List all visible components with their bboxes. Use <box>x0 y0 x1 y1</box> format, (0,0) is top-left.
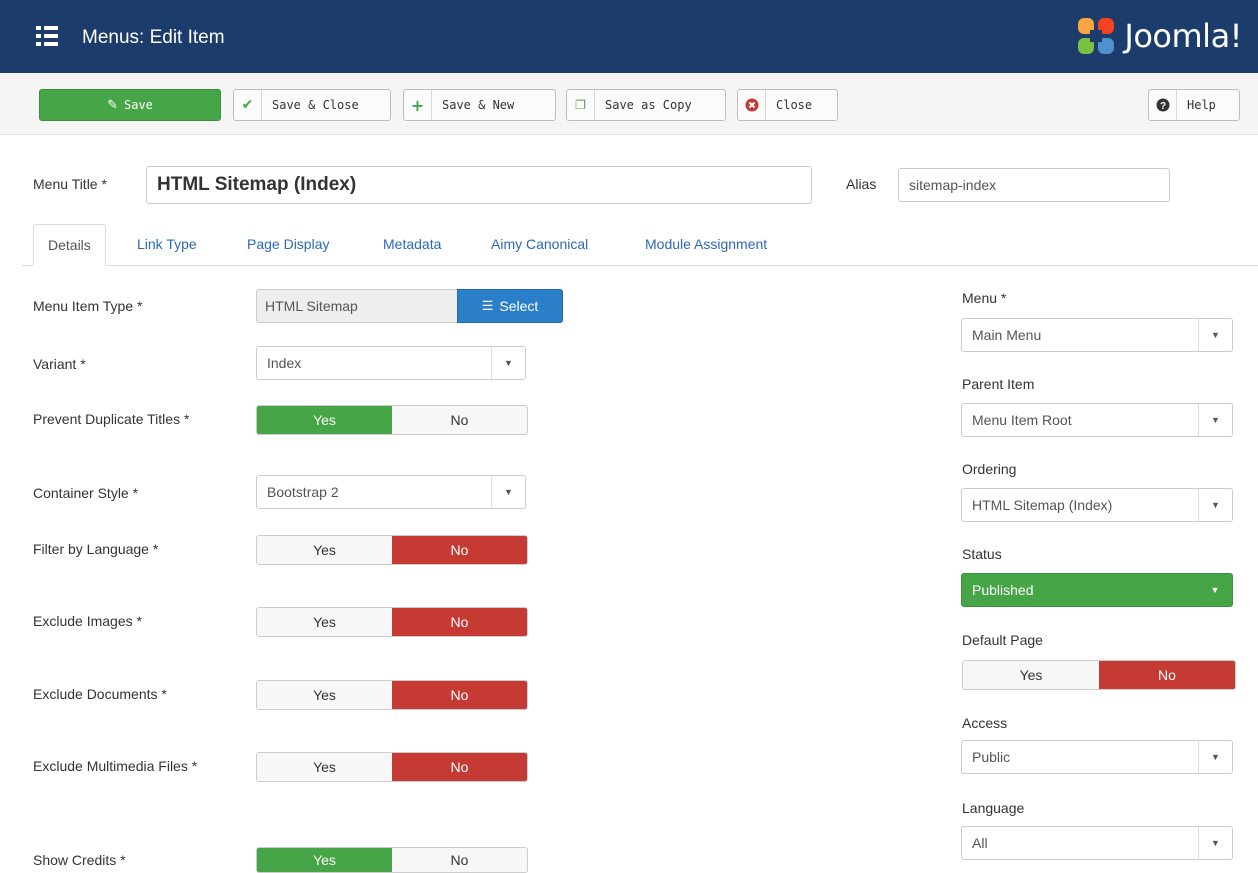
ordering-select[interactable]: HTML Sitemap (Index) ▼ <box>961 488 1233 522</box>
toggle-yes[interactable]: Yes <box>257 536 392 564</box>
svg-text:?: ? <box>1159 101 1165 112</box>
check-icon: ✔ <box>234 90 262 120</box>
caret-down-icon: ▼ <box>1198 404 1232 436</box>
container-style-select[interactable]: Bootstrap 2 ▼ <box>256 475 526 509</box>
exclude-images-label: Exclude Images * <box>33 613 142 629</box>
toggle-no[interactable]: No <box>392 681 527 709</box>
toggle-yes[interactable]: Yes <box>257 848 392 872</box>
filter-by-language-label: Filter by Language * <box>33 541 159 557</box>
menu-title-input[interactable]: HTML Sitemap (Index) <box>146 166 812 204</box>
caret-down-icon: ▼ <box>1210 585 1220 595</box>
default-page-toggle: Yes No <box>962 660 1236 690</box>
exclude-multimedia-toggle: Yes No <box>256 752 528 782</box>
joomla-logo-mark-icon <box>1074 14 1118 58</box>
close-button[interactable]: Close <box>737 89 838 121</box>
menu-select[interactable]: Main Menu ▼ <box>961 318 1233 352</box>
save-button[interactable]: ✎ Save <box>39 89 221 121</box>
toggle-yes[interactable]: Yes <box>257 681 392 709</box>
parent-item-label: Parent Item <box>962 376 1035 392</box>
save-copy-button[interactable]: ❐ Save as Copy <box>566 89 726 121</box>
toolbar: ✎ Save ✔ Save & Close + Save & New ❐ Sav… <box>0 73 1258 135</box>
access-label: Access <box>962 715 1008 731</box>
plus-icon: + <box>404 90 432 120</box>
language-select[interactable]: All ▼ <box>961 826 1233 860</box>
menu-item-type-label: Menu Item Type * <box>33 298 143 314</box>
question-circle-icon: ? <box>1149 90 1177 120</box>
toggle-no[interactable]: No <box>392 406 527 434</box>
variant-select[interactable]: Index ▼ <box>256 346 526 380</box>
alias-input[interactable]: sitemap-index <box>898 168 1170 202</box>
page-title: Menus: Edit Item <box>82 27 225 48</box>
header-bar: Menus: Edit Item Joomla! <box>0 0 1258 73</box>
menu-label: Menu * <box>962 290 1007 306</box>
toggle-yes[interactable]: Yes <box>257 406 392 434</box>
select-type-button[interactable]: ☰ Select <box>457 289 563 323</box>
caret-down-icon: ▼ <box>1198 741 1232 773</box>
exclude-documents-label: Exclude Documents * <box>33 686 167 702</box>
toggle-yes[interactable]: Yes <box>257 753 392 781</box>
tab-details[interactable]: Details <box>33 224 106 266</box>
save-new-button[interactable]: + Save & New <box>403 89 556 121</box>
cancel-circle-icon <box>738 90 766 120</box>
caret-down-icon: ▼ <box>491 476 525 508</box>
tab-link-type[interactable]: Link Type <box>123 224 211 266</box>
toggle-yes[interactable]: Yes <box>257 608 392 636</box>
show-credits-toggle: Yes No <box>256 847 528 873</box>
exclude-images-toggle: Yes No <box>256 607 528 637</box>
caret-down-icon: ▼ <box>491 347 525 379</box>
toggle-no[interactable]: No <box>392 753 527 781</box>
toggle-no[interactable]: No <box>392 608 527 636</box>
toggle-yes[interactable]: Yes <box>963 661 1099 689</box>
ordering-label: Ordering <box>962 461 1017 477</box>
save-close-button[interactable]: ✔ Save & Close <box>233 89 391 121</box>
toggle-no[interactable]: No <box>1099 661 1235 689</box>
copy-icon: ❐ <box>567 90 595 120</box>
status-select[interactable]: Published ▼ <box>961 573 1233 607</box>
caret-down-icon: ▼ <box>1198 489 1232 521</box>
exclude-multimedia-label: Exclude Multimedia Files * <box>33 758 198 774</box>
toggle-no[interactable]: No <box>392 848 527 872</box>
exclude-documents-toggle: Yes No <box>256 680 528 710</box>
caret-down-icon: ▼ <box>1198 827 1232 859</box>
caret-down-icon: ▼ <box>1198 319 1232 351</box>
prevent-duplicate-titles-toggle: Yes No <box>256 405 528 435</box>
edit-icon: ✎ <box>107 97 118 113</box>
list-menu-icon[interactable] <box>36 26 58 46</box>
menu-item-type-value: HTML Sitemap <box>256 289 458 323</box>
tab-metadata[interactable]: Metadata <box>369 224 455 266</box>
alias-label: Alias <box>846 176 877 192</box>
filter-by-language-toggle: Yes No <box>256 535 528 565</box>
tab-aimy-canonical[interactable]: Aimy Canonical <box>477 224 602 266</box>
tab-module-assignment[interactable]: Module Assignment <box>631 224 781 266</box>
access-select[interactable]: Public ▼ <box>961 740 1233 774</box>
language-label: Language <box>962 800 1025 816</box>
toggle-no[interactable]: No <box>392 536 527 564</box>
tab-page-display[interactable]: Page Display <box>233 224 344 266</box>
container-style-label: Container Style * <box>33 485 139 501</box>
joomla-logo-text: Joomla! <box>1124 17 1242 55</box>
joomla-logo: Joomla! <box>1074 14 1242 58</box>
show-credits-label: Show Credits * <box>33 852 126 868</box>
default-page-label: Default Page <box>962 632 1043 648</box>
parent-item-select[interactable]: Menu Item Root ▼ <box>961 403 1233 437</box>
list-icon: ☰ <box>481 298 494 313</box>
status-label: Status <box>962 546 1002 562</box>
help-button[interactable]: ? Help <box>1148 89 1240 121</box>
menu-title-label: Menu Title * <box>33 176 107 192</box>
prevent-duplicate-titles-label: Prevent Duplicate Titles * <box>33 411 190 427</box>
tab-bar: Details Link Type Page Display Metadata … <box>22 224 1258 266</box>
variant-label: Variant * <box>33 356 86 372</box>
